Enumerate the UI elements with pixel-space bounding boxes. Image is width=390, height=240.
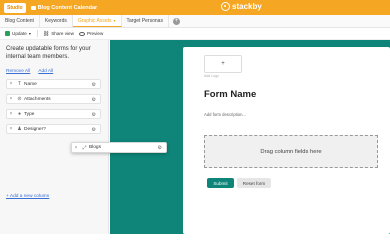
studio-button[interactable]: Studio bbox=[4, 2, 26, 13]
field-actions: Remove All Add All bbox=[6, 69, 53, 74]
attachment-type-icon: ⊘ bbox=[17, 96, 22, 102]
form-description-input[interactable]: Add form description... bbox=[204, 112, 246, 117]
check-icon bbox=[5, 31, 10, 36]
remove-field-icon[interactable]: × bbox=[72, 145, 80, 151]
field-item[interactable]: × ⊘ Attachments ⚙ bbox=[6, 94, 101, 104]
table-tabs: Blog Content Keywords Graphic Assets ▾ T… bbox=[0, 15, 390, 28]
remove-field-icon[interactable]: × bbox=[7, 96, 15, 102]
panel-title: Create updatable forms for your internal… bbox=[6, 46, 91, 60]
link-icon: ⛓ bbox=[42, 30, 50, 37]
remove-field-icon[interactable]: × bbox=[7, 111, 15, 117]
preview-label: Preview bbox=[86, 31, 104, 36]
remove-field-icon[interactable]: × bbox=[7, 81, 15, 87]
field-name: Blogs bbox=[89, 145, 101, 150]
field-item[interactable]: × T Name ⚙ bbox=[6, 79, 101, 89]
field-item[interactable]: × ♟ Designer? ⚙ bbox=[6, 124, 101, 134]
gear-icon[interactable]: ⚙ bbox=[92, 112, 96, 118]
remove-field-icon[interactable]: × bbox=[7, 126, 15, 132]
gear-icon[interactable]: ⚙ bbox=[158, 145, 162, 151]
gear-icon[interactable]: ⚙ bbox=[92, 82, 96, 88]
chevron-down-icon: ▾ bbox=[28, 31, 31, 36]
eye-icon bbox=[78, 31, 85, 36]
drop-zone-text: Drag column fields here bbox=[260, 148, 322, 155]
update-label: Update bbox=[12, 31, 27, 36]
remove-all-link[interactable]: Remove All bbox=[6, 69, 30, 74]
chevron-down-icon: ▾ bbox=[113, 18, 116, 23]
add-logo-button[interactable]: + bbox=[204, 55, 242, 73]
field-name: Name bbox=[24, 81, 37, 87]
field-drop-zone[interactable]: Drag column fields here bbox=[204, 135, 378, 168]
brand-logo: stackby bbox=[221, 2, 262, 11]
form-name-input[interactable]: Form Name bbox=[204, 89, 256, 100]
dragged-field-item[interactable]: × ⤢ Blogs ⚙ bbox=[71, 142, 167, 153]
gear-icon[interactable]: ⚙ bbox=[92, 127, 96, 133]
reset-form-button[interactable]: Reset form bbox=[237, 178, 271, 188]
select-type-icon: ● bbox=[17, 111, 22, 117]
base-title-label: Blog Content Calendar bbox=[37, 4, 98, 11]
text-type-icon: T bbox=[17, 81, 22, 87]
folder-icon bbox=[30, 5, 36, 10]
form-fields-panel: Create updatable forms for your internal… bbox=[0, 40, 109, 234]
add-new-column-link[interactable]: + Add a new column bbox=[6, 194, 49, 199]
tab-graphic-assets[interactable]: Graphic Assets ▾ bbox=[72, 15, 122, 27]
top-bar: Studio Blog Content Calendar stackby bbox=[0, 0, 390, 15]
stackby-logo-icon bbox=[221, 2, 230, 11]
base-title[interactable]: Blog Content Calendar bbox=[30, 4, 98, 11]
field-name: Attachments bbox=[24, 96, 51, 102]
gear-icon[interactable]: ⚙ bbox=[92, 97, 96, 103]
add-table-button[interactable]: + bbox=[172, 17, 180, 25]
brand-name: stackby bbox=[232, 2, 262, 11]
submit-button[interactable]: Submit bbox=[207, 178, 234, 188]
form-card: + Add Logo Form Name Add form descriptio… bbox=[183, 47, 390, 234]
add-all-link[interactable]: Add All bbox=[38, 69, 53, 74]
field-item[interactable]: × ● Type ⚙ bbox=[6, 109, 101, 119]
tab-blog-content[interactable]: Blog Content bbox=[0, 15, 40, 27]
update-button[interactable]: Update ▾ bbox=[5, 31, 31, 36]
logo-caption: Add Logo bbox=[204, 74, 219, 78]
field-name: Designer? bbox=[24, 126, 46, 132]
tab-target-personas[interactable]: Target Personas bbox=[122, 15, 169, 27]
tab-graphic-assets-label: Graphic Assets bbox=[77, 17, 112, 24]
share-view-label: Share view bbox=[51, 31, 74, 36]
toolbar-divider bbox=[36, 30, 38, 37]
field-name: Type bbox=[24, 111, 35, 117]
toolbar: Update ▾ ⛓ Share view Preview bbox=[0, 28, 390, 40]
link-type-icon: ⤢ bbox=[82, 144, 87, 151]
preview-button[interactable]: Preview bbox=[78, 31, 104, 36]
tab-keywords[interactable]: Keywords bbox=[40, 15, 73, 27]
person-type-icon: ♟ bbox=[17, 126, 22, 132]
share-view-button[interactable]: ⛓ Share view bbox=[43, 31, 74, 37]
